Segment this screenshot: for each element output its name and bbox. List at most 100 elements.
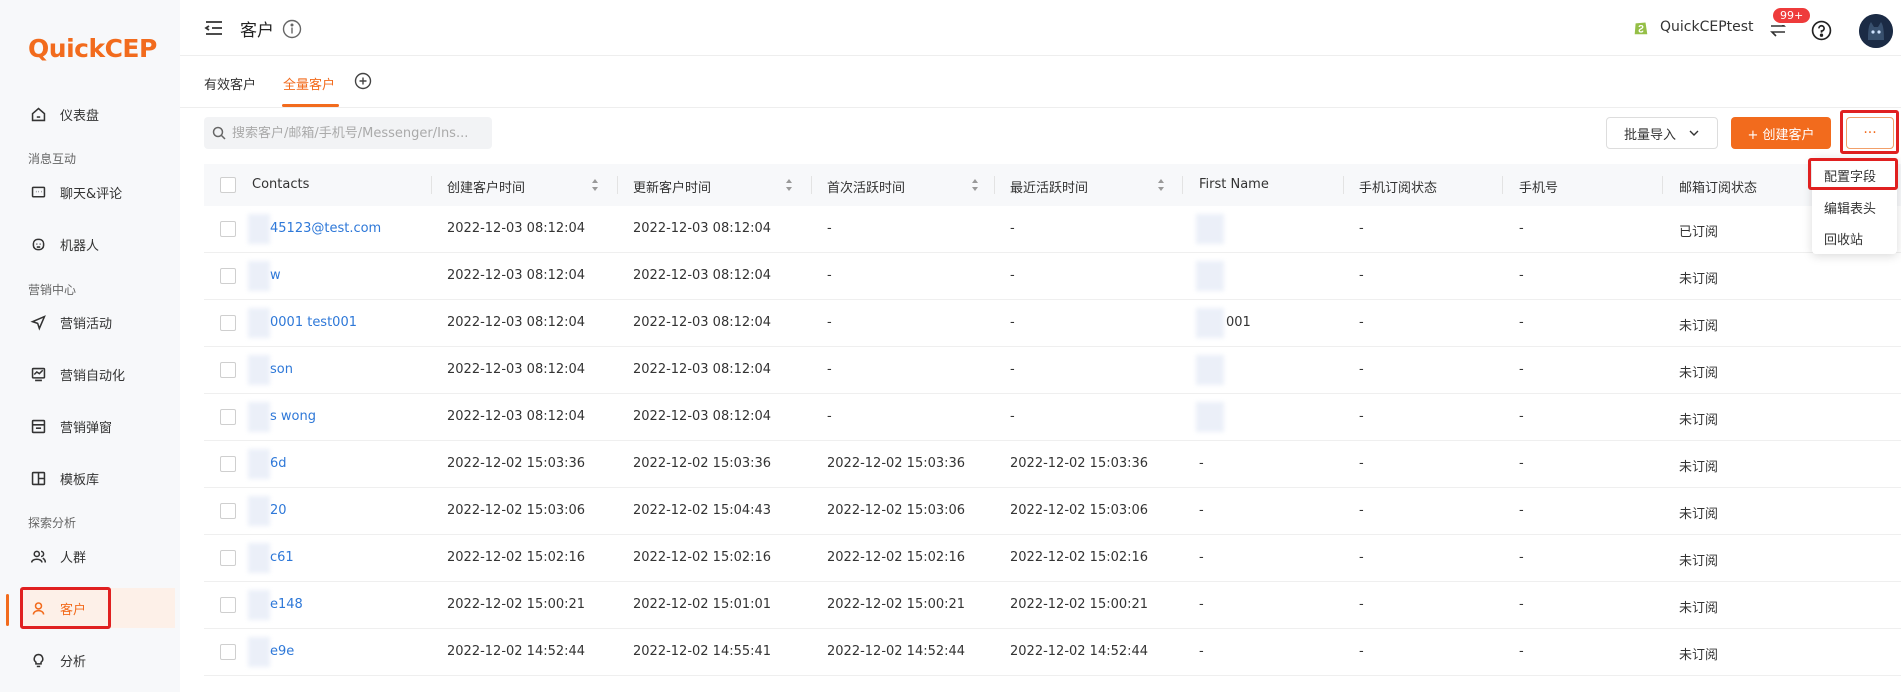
sort-icon[interactable] xyxy=(590,177,600,193)
menu-item-edit-header[interactable]: 编辑表头 xyxy=(1824,198,1876,217)
sms-status-cell: - xyxy=(1359,315,1364,330)
redacted-mask xyxy=(248,449,270,479)
contact-link[interactable]: 0001 test001 xyxy=(270,315,357,330)
row-checkbox[interactable] xyxy=(220,503,236,519)
sidebar-item-dashboard[interactable]: 仪表盘 xyxy=(20,94,175,134)
search-box[interactable] xyxy=(204,117,492,149)
row-checkbox[interactable] xyxy=(220,456,236,472)
help-icon[interactable] xyxy=(1811,20,1832,41)
table-row[interactable]: 6d 2022-12-02 15:03:36 2022-12-02 15:03:36… xyxy=(204,441,1901,488)
first-active-cell: 2022-12-02 15:03:36 xyxy=(827,456,966,471)
sidebar-item-template[interactable]: 模板库 xyxy=(20,458,175,498)
avatar[interactable] xyxy=(1859,14,1893,48)
email-status-cell: 未订阅 xyxy=(1679,554,1719,569)
select-all-checkbox[interactable] xyxy=(220,177,236,193)
table-row[interactable]: son 2022-12-03 08:12:04 2022-12-03 08:12:0… xyxy=(204,347,1901,394)
batch-import-button[interactable]: 批量导入 xyxy=(1606,117,1718,149)
sidebar-item-automation[interactable]: 营销自动化 xyxy=(20,354,175,394)
sidebar-item-chat[interactable]: 聊天&评论 xyxy=(20,172,175,212)
table-header: Contacts 创建客户时间 更新客户时间 首次活跃时间 最近活跃时间 Fir… xyxy=(204,164,1901,206)
row-checkbox[interactable] xyxy=(220,221,236,237)
batch-import-label: 批量导入 xyxy=(1623,127,1676,143)
table-row[interactable]: 45123@test.com 2022-12-03 08:12:04 2022-12… xyxy=(204,206,1901,253)
row-checkbox[interactable] xyxy=(220,362,236,378)
top-bar: 客户 QuickCEPtest 99+ xyxy=(180,0,1901,56)
column-divider xyxy=(1502,176,1503,194)
contact-link[interactable]: 20 xyxy=(270,503,287,518)
redacted-mask xyxy=(248,355,270,385)
column-header-updated[interactable]: 更新客户时间 xyxy=(633,177,711,196)
highlight-box-more xyxy=(1840,110,1899,154)
column-header-phone[interactable]: 手机号 xyxy=(1519,177,1558,196)
tab-all-customers[interactable]: 全量客户 xyxy=(283,74,335,93)
sort-icon[interactable] xyxy=(1156,177,1166,193)
updated-time-cell: 2022-12-03 08:12:04 xyxy=(633,315,772,330)
tab-valid-customers[interactable]: 有效客户 xyxy=(204,74,256,93)
search-input[interactable] xyxy=(232,125,482,141)
contact-link[interactable]: e9e xyxy=(270,644,294,659)
info-icon[interactable] xyxy=(282,19,302,39)
sidebar-item-popup[interactable]: 营销弹窗 xyxy=(20,406,175,446)
updated-time-cell: 2022-12-03 08:12:04 xyxy=(633,409,772,424)
column-header-first-active[interactable]: 首次活跃时间 xyxy=(827,177,905,196)
first-name-cell: - xyxy=(1199,503,1204,518)
column-header-first-name[interactable]: First Name xyxy=(1199,177,1269,192)
row-checkbox[interactable] xyxy=(220,409,236,425)
table-row[interactable]: c61 2022-12-02 15:02:16 2022-12-02 15:02:1… xyxy=(204,535,1901,582)
row-checkbox[interactable] xyxy=(220,597,236,613)
redacted-mask xyxy=(248,543,270,573)
menu-item-recycle-bin[interactable]: 回收站 xyxy=(1824,229,1863,248)
create-customer-button[interactable]: + 创建客户 xyxy=(1731,117,1831,149)
sort-icon[interactable] xyxy=(970,177,980,193)
column-header-sms-status[interactable]: 手机订阅状态 xyxy=(1359,177,1437,196)
contact-link[interactable]: e148 xyxy=(270,597,303,612)
column-header-contacts[interactable]: Contacts xyxy=(252,177,309,192)
logo[interactable]: QuickCEP xyxy=(28,34,157,63)
contact-link[interactable]: son xyxy=(270,362,293,377)
row-checkbox[interactable] xyxy=(220,268,236,284)
first-active-cell: 2022-12-02 15:00:21 xyxy=(827,597,966,612)
created-time-cell: 2022-12-02 15:03:36 xyxy=(447,456,586,471)
redacted-mask xyxy=(248,308,270,338)
contact-link[interactable]: 6d xyxy=(270,456,287,471)
column-header-email-status[interactable]: 邮箱订阅状态 xyxy=(1679,177,1757,196)
menu-collapse-icon[interactable] xyxy=(204,18,224,38)
sidebar-item-audience[interactable]: 人群 xyxy=(20,536,175,576)
redacted-mask xyxy=(248,637,270,667)
add-tab-icon[interactable] xyxy=(354,72,372,90)
table-row[interactable]: e148 2022-12-02 15:00:21 2022-12-02 15:01:… xyxy=(204,582,1901,629)
app-root: QuickCEP 仪表盘 消息互动 聊天&评论 机器人 营销中心 营销活动 营销… xyxy=(0,0,1901,692)
sidebar-item-label: 营销自动化 xyxy=(60,368,126,384)
phone-cell: - xyxy=(1519,221,1524,236)
shop-selector[interactable]: QuickCEPtest xyxy=(1632,18,1754,36)
row-checkbox[interactable] xyxy=(220,315,236,331)
column-header-last-active[interactable]: 最近活跃时间 xyxy=(1010,177,1088,196)
contact-link[interactable]: w xyxy=(270,268,281,283)
contact-link[interactable]: 45123@test.com xyxy=(270,221,381,236)
last-active-cell: - xyxy=(1010,409,1015,424)
sidebar-item-robot[interactable]: 机器人 xyxy=(20,224,175,264)
row-checkbox[interactable] xyxy=(220,644,236,660)
sidebar-item-label: 营销活动 xyxy=(60,316,113,332)
table-row[interactable]: 0001 test001 2022-12-03 08:12:04 2022-12-0… xyxy=(204,300,1901,347)
sidebar-item-analysis[interactable]: 分析 xyxy=(20,640,175,680)
table-row[interactable]: 20 2022-12-02 15:03:06 2022-12-02 15:04:43… xyxy=(204,488,1901,535)
home-icon xyxy=(26,102,50,126)
redacted-mask xyxy=(1196,214,1224,244)
column-header-created[interactable]: 创建客户时间 xyxy=(447,177,525,196)
table-row[interactable]: w 2022-12-03 08:12:04 2022-12-03 08:12:04 -… xyxy=(204,253,1901,300)
chat-icon xyxy=(26,180,50,204)
page-title: 客户 xyxy=(240,21,274,41)
updated-time-cell: 2022-12-02 15:02:16 xyxy=(633,550,772,565)
phone-cell: - xyxy=(1519,362,1524,377)
contact-link[interactable]: s wong xyxy=(270,409,316,424)
last-active-cell: - xyxy=(1010,268,1015,283)
table-row[interactable]: e9e 2022-12-02 14:52:44 2022-12-02 14:55:4… xyxy=(204,629,1901,676)
last-active-cell: - xyxy=(1010,221,1015,236)
sort-icon[interactable] xyxy=(784,177,794,193)
row-checkbox[interactable] xyxy=(220,550,236,566)
send-icon xyxy=(26,310,50,334)
table-row[interactable]: s wong 2022-12-03 08:12:04 2022-12-03 08:1… xyxy=(204,394,1901,441)
contact-link[interactable]: c61 xyxy=(270,550,294,565)
sidebar-item-campaign[interactable]: 营销活动 xyxy=(20,302,175,342)
